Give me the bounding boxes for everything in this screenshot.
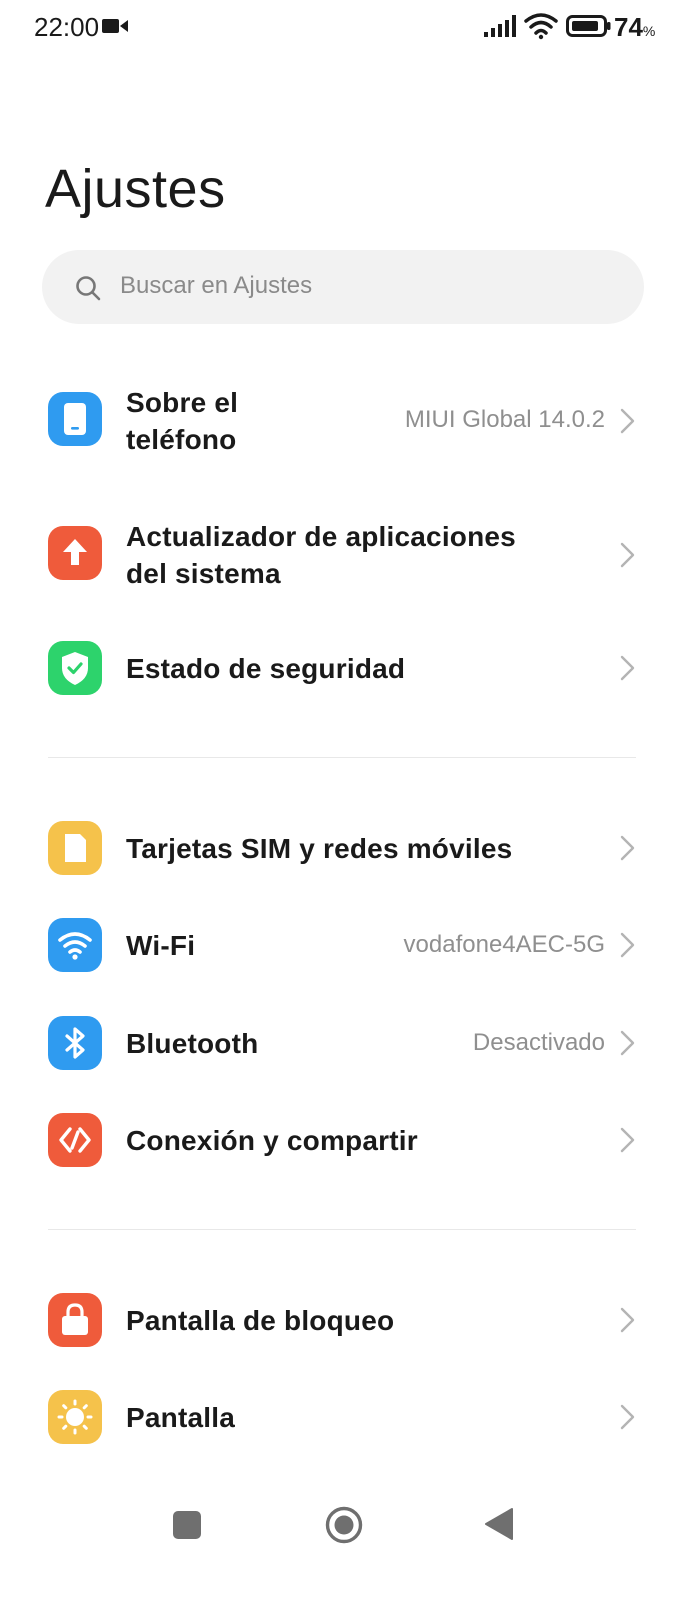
setting-connection-sharing[interactable]: Conexión y compartir bbox=[0, 1110, 700, 1170]
search-placeholder: Buscar en Ajustes bbox=[120, 272, 313, 299]
search-input[interactable]: Buscar en Ajustes bbox=[42, 250, 644, 324]
back-button[interactable] bbox=[484, 1507, 514, 1541]
chevron-right-icon bbox=[620, 542, 635, 568]
sim-card-icon bbox=[48, 821, 102, 875]
chevron-right-icon bbox=[620, 835, 635, 861]
setting-label: Conexión y compartir bbox=[126, 1125, 418, 1156]
chevron-right-icon bbox=[620, 1307, 635, 1333]
setting-about-phone[interactable]: Sobre el teléfono MIUI Global 14.0.2 bbox=[0, 384, 700, 458]
setting-security-status[interactable]: Estado de seguridad bbox=[0, 638, 700, 698]
status-time: 22:00 bbox=[34, 12, 100, 42]
setting-value: Desactivado bbox=[472, 1029, 605, 1056]
setting-label-line: teléfono bbox=[126, 424, 237, 455]
chevron-right-icon bbox=[620, 1127, 635, 1153]
bluetooth-icon bbox=[48, 1016, 102, 1070]
shield-check-icon bbox=[48, 641, 102, 695]
setting-label: Sobre el teléfono bbox=[126, 384, 238, 458]
wifi-status-icon bbox=[524, 13, 558, 40]
setting-label: Bluetooth bbox=[126, 1028, 259, 1059]
setting-lock-screen[interactable]: Pantalla de bloqueo bbox=[0, 1290, 700, 1350]
setting-bluetooth[interactable]: Bluetooth Desactivado bbox=[0, 1013, 700, 1073]
battery-percentage: 74% bbox=[614, 12, 656, 42]
battery-icon bbox=[566, 15, 611, 37]
phone-icon bbox=[48, 392, 102, 446]
setting-label: Estado de seguridad bbox=[126, 653, 406, 684]
setting-display[interactable]: Pantalla bbox=[0, 1387, 700, 1447]
arrow-up-icon bbox=[48, 526, 102, 580]
chevron-right-icon bbox=[620, 1030, 635, 1056]
home-button[interactable] bbox=[324, 1505, 364, 1545]
setting-label: Wi-Fi bbox=[126, 930, 196, 961]
connection-share-icon bbox=[48, 1113, 102, 1167]
chevron-right-icon bbox=[620, 1404, 635, 1430]
setting-wifi[interactable]: Wi-Fi vodafone4AEC-5G bbox=[0, 915, 700, 975]
page-title: Ajustes bbox=[45, 159, 226, 219]
search-icon bbox=[76, 276, 101, 301]
setting-label: Pantalla de bloqueo bbox=[126, 1305, 395, 1336]
chevron-right-icon bbox=[620, 408, 635, 434]
setting-label: Tarjetas SIM y redes móviles bbox=[126, 833, 513, 864]
setting-system-app-updater[interactable]: Actualizador de aplicaciones del sistema bbox=[0, 518, 700, 592]
setting-label: Actualizador de aplicaciones del sistema bbox=[126, 518, 516, 592]
setting-label-line: del sistema bbox=[126, 558, 281, 589]
signal-icon bbox=[484, 15, 516, 37]
recents-button[interactable] bbox=[173, 1511, 201, 1539]
setting-label-line: Sobre el bbox=[126, 387, 239, 418]
navigation-bar bbox=[0, 1490, 700, 1560]
video-record-icon bbox=[102, 19, 128, 33]
setting-value: MIUI Global 14.0.2 bbox=[404, 406, 605, 433]
setting-label-line: Actualizador de aplicaciones bbox=[126, 521, 516, 552]
chevron-right-icon bbox=[620, 655, 635, 681]
status-bar: 22:00 74% bbox=[0, 0, 700, 56]
setting-sim-cards[interactable]: Tarjetas SIM y redes móviles bbox=[0, 818, 700, 878]
setting-label: Pantalla bbox=[126, 1402, 235, 1433]
section-divider bbox=[48, 1229, 636, 1230]
section-divider bbox=[48, 757, 636, 758]
setting-value: vodafone4AEC-5G bbox=[403, 931, 605, 958]
lock-icon bbox=[48, 1293, 102, 1347]
chevron-right-icon bbox=[620, 932, 635, 958]
wifi-icon bbox=[48, 918, 102, 972]
brightness-icon bbox=[48, 1390, 102, 1444]
